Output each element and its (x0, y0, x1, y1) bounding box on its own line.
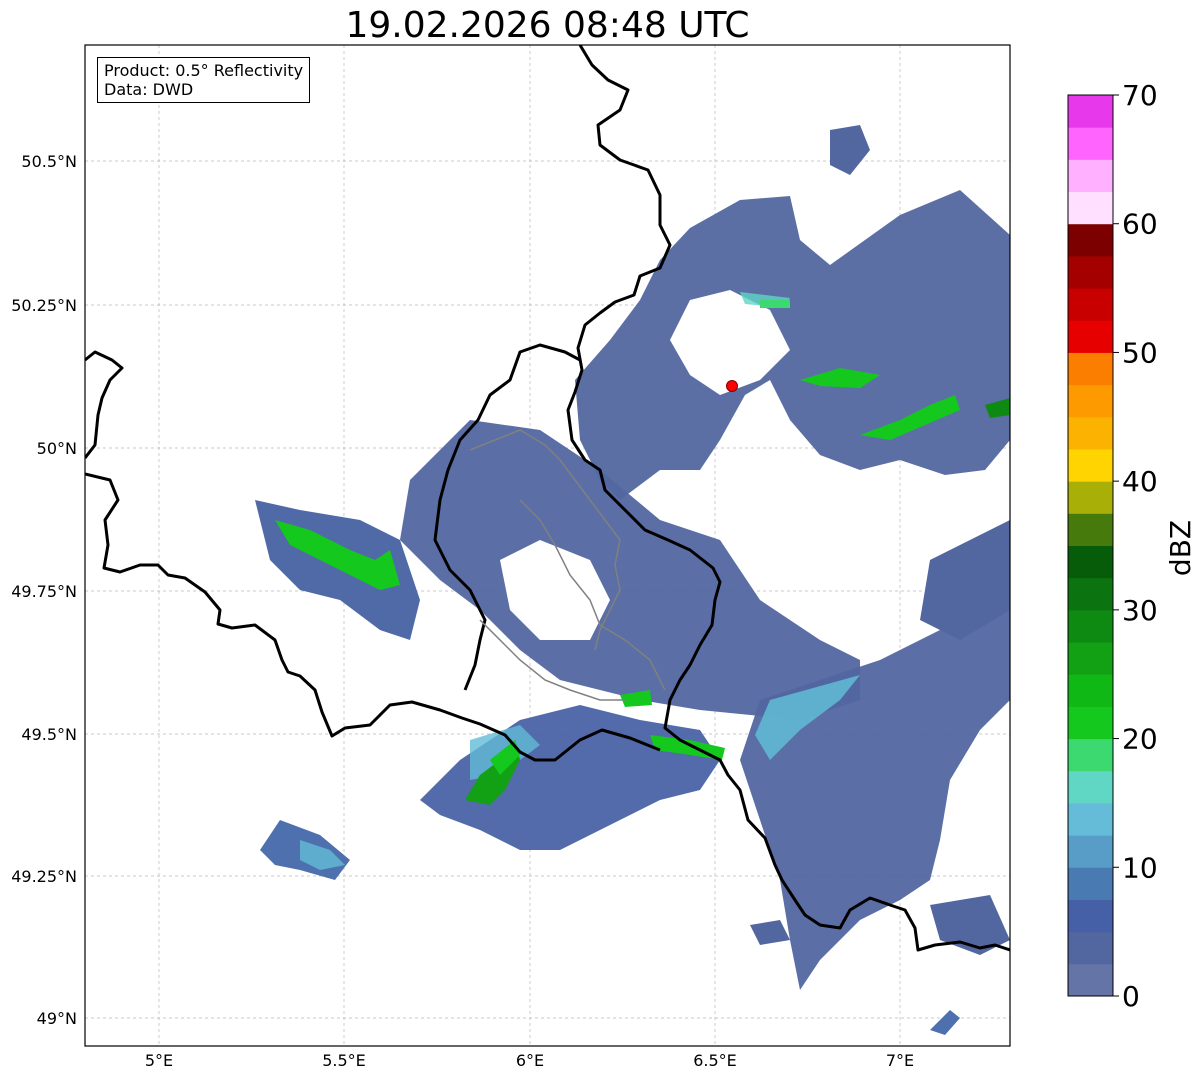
colorbar-segment (1068, 513, 1113, 546)
colorbar-segment (1068, 642, 1113, 675)
product-line: Product: 0.5° Reflectivity (104, 61, 304, 80)
radar-site-marker (726, 380, 738, 392)
lon-tick-label: 6°E (516, 1051, 544, 1070)
colorbar-tick-label: 20 (1122, 723, 1158, 756)
colorbar-segment (1068, 674, 1113, 707)
data-source-line: Data: DWD (104, 80, 194, 99)
colorbar-tick-label: 10 (1122, 851, 1158, 884)
colorbar-segment (1068, 802, 1113, 836)
colorbar-segment (1068, 223, 1113, 257)
colorbar-segment (1068, 931, 1113, 965)
colorbar-segment (1068, 191, 1113, 225)
lat-tick-label: 49.25°N (11, 867, 77, 886)
lon-tick-label: 5°E (145, 1051, 173, 1070)
colorbar-segment (1068, 577, 1113, 611)
colorbar-segment (1068, 352, 1113, 386)
colorbar-segment (1068, 481, 1113, 514)
lat-tick-label: 50.5°N (21, 152, 77, 171)
colorbar-tick-label: 30 (1122, 594, 1158, 627)
colorbar-tick-label: 40 (1122, 465, 1158, 498)
colorbar-tick-label: 60 (1122, 208, 1158, 241)
colorbar-segment (1068, 159, 1113, 193)
product-info-box: Product: 0.5° Reflectivity Data: DWD (97, 57, 311, 103)
colorbar-label: dBZ (1164, 520, 1197, 576)
lon-tick-label: 5.5°E (322, 1051, 366, 1070)
echo-green-north (760, 300, 790, 308)
colorbar-ticks: 0 10 20 30 40 50 60 70 (1113, 79, 1158, 1013)
colorbar-tick-label: 50 (1122, 336, 1158, 369)
longitude-tick-labels: 5°E 5.5°E 6°E 6.5°E 7°E (145, 1051, 914, 1070)
radar-map-figure: 5°E 5.5°E 6°E 6.5°E 7°E 50.5°N 50.25°N 5… (11, 44, 1197, 1070)
colorbar-segment (1068, 545, 1113, 579)
colorbar-segment (1068, 899, 1113, 933)
lat-tick-label: 50.25°N (11, 296, 77, 315)
colorbar-tick-label: 70 (1122, 79, 1158, 112)
colorbar-segment (1068, 95, 1113, 128)
colorbar-segment (1068, 835, 1113, 868)
colorbar-segment (1068, 416, 1113, 450)
colorbar-segment (1068, 288, 1113, 321)
colorbar-segment (1068, 738, 1113, 772)
lat-tick-label: 49°N (37, 1009, 77, 1028)
colorbar-segment (1068, 255, 1113, 289)
colorbar-segment (1068, 384, 1113, 418)
colorbar (1068, 95, 1113, 997)
colorbar-segment (1068, 448, 1113, 482)
colorbar-segment (1068, 867, 1113, 900)
colorbar-segment (1068, 963, 1113, 997)
lat-tick-label: 49.5°N (21, 725, 77, 744)
colorbar-segment (1068, 706, 1113, 740)
colorbar-segment (1068, 320, 1113, 353)
colorbar-segment (1068, 770, 1113, 804)
lat-tick-label: 50°N (37, 439, 77, 458)
colorbar-segment (1068, 609, 1113, 643)
colorbar-segment (1068, 127, 1113, 160)
colorbar-tick-label: 0 (1122, 980, 1140, 1013)
lat-tick-label: 49.75°N (11, 582, 77, 601)
lon-tick-label: 6.5°E (693, 1051, 737, 1070)
latitude-tick-labels: 50.5°N 50.25°N 50°N 49.75°N 49.5°N 49.25… (11, 152, 77, 1028)
lon-tick-label: 7°E (886, 1051, 914, 1070)
